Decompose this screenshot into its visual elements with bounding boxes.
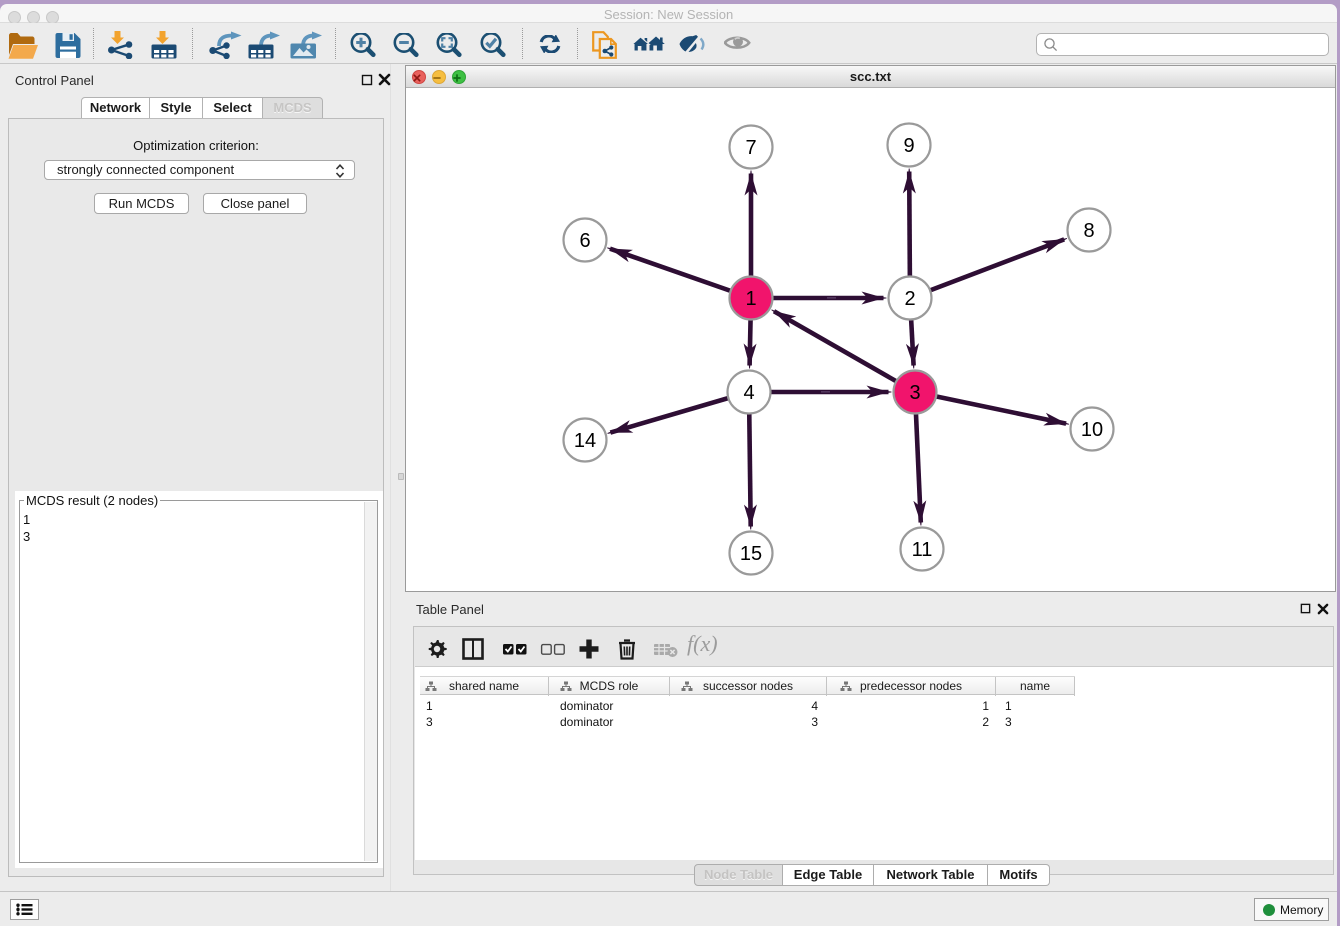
svg-text:7: 7 xyxy=(745,137,756,159)
svg-text:14: 14 xyxy=(574,430,596,452)
svg-text:10: 10 xyxy=(1081,419,1103,441)
svg-text:3: 3 xyxy=(909,382,920,404)
svg-text:15: 15 xyxy=(740,543,762,565)
svg-text:9: 9 xyxy=(903,135,914,157)
svg-text:4: 4 xyxy=(743,382,754,404)
svg-text:1: 1 xyxy=(745,288,756,310)
svg-text:6: 6 xyxy=(579,230,590,252)
svg-text:11: 11 xyxy=(912,539,933,561)
svg-text:2: 2 xyxy=(904,288,915,310)
svg-text:8: 8 xyxy=(1083,220,1094,242)
